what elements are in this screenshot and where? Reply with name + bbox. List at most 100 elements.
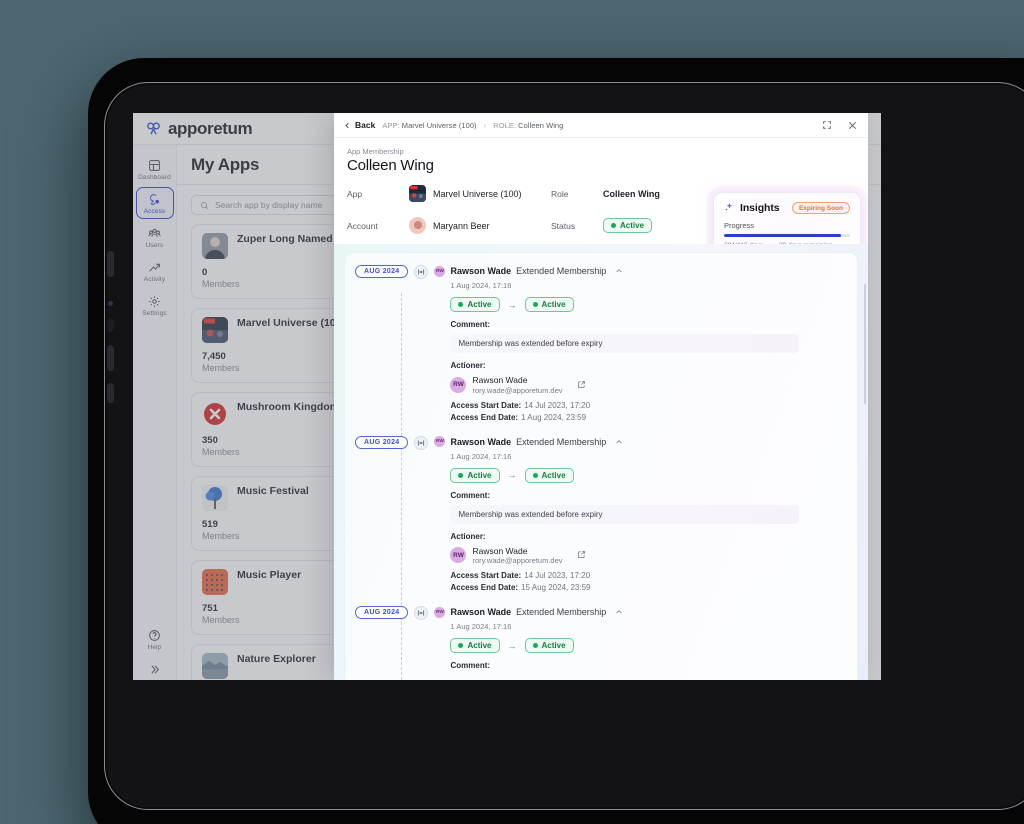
device-button-mid [107, 319, 114, 332]
device-button-volume-up [107, 345, 114, 371]
actioner-name: Rawson Wade [472, 545, 528, 556]
actioner-label: Actioner: [450, 361, 486, 370]
meta-label-role: Role [551, 188, 569, 199]
breadcrumb-role-key: ROLE: [493, 120, 517, 130]
access-end-value: 15 Aug 2024, 23:59 [521, 583, 591, 592]
timeline-entry: AUG 2024 RW Rawson Wade Extended Members… [345, 605, 857, 670]
comment-label: Comment: [450, 320, 491, 329]
meta-value-app: Marvel Universe (100) [409, 185, 551, 202]
expand-fullscreen-icon[interactable] [822, 120, 832, 130]
external-link-icon[interactable] [577, 548, 586, 562]
device-camera-dot [108, 301, 113, 306]
status-badge-from: Active [450, 297, 500, 312]
chevron-up-icon[interactable] [615, 435, 623, 449]
close-icon[interactable] [847, 120, 858, 131]
chevron-left-icon [345, 122, 349, 128]
access-dates: Access Start Date: 14 Jul 2023, 17:20 Acc… [450, 401, 847, 422]
timeline-month-pill: AUG 2024 [355, 265, 409, 278]
status-transition: Active → Active [450, 297, 847, 312]
device-button-volume-down [107, 383, 114, 403]
status-to-label: Active [541, 300, 566, 309]
meta-account-name: Maryann Beer [433, 220, 490, 231]
status-transition: Active → Active [450, 638, 847, 653]
access-dates: Access Start Date: 14 Jul 2023, 17:20 Acc… [450, 571, 847, 592]
app-thumbnail-icon [409, 185, 426, 202]
device-button-top [107, 251, 114, 277]
breadcrumb-app-key: APP: [382, 120, 400, 130]
breadcrumb-app-value: Marvel Universe (100) [401, 120, 477, 130]
status-dot-icon [532, 643, 538, 648]
status-badge-label: Active [620, 221, 645, 230]
chevron-up-icon[interactable] [615, 605, 623, 619]
status-dot-icon [532, 472, 538, 478]
timeline-detail: Active → Active Comment: [450, 467, 847, 592]
comment-text: Membership was extended before expiry [450, 504, 800, 524]
status-dot-icon [458, 302, 464, 307]
insights-progress-label: Progress [724, 221, 755, 230]
breadcrumb-role-value: Colleen Wing [518, 120, 564, 130]
extend-arrows-icon [414, 265, 429, 279]
actioner-row: RW Rawson Wade rory.wade@apporetum.dev [450, 545, 847, 565]
progress-bar-fill [724, 234, 842, 237]
timeline-scroll-area[interactable]: AUG 2024 RW Rawson Wade Extended Members… [334, 244, 868, 680]
access-start-value: 14 Jul 2023, 17:20 [524, 571, 591, 580]
extend-arrows-icon [414, 606, 429, 620]
timeline-timestamp: 1 Aug 2024, 17:16 [450, 622, 512, 631]
timeline-card: AUG 2024 RW Rawson Wade Extended Members… [344, 252, 858, 680]
status-badge: Active [603, 218, 653, 233]
avatar [409, 217, 426, 234]
comment-text: Membership was extended before expiry [450, 334, 800, 353]
modal-subject-title: Colleen Wing [347, 157, 434, 174]
modal-header: Back APP: Marvel Universe (100) › ROLE: … [334, 113, 868, 138]
timeline-actor-name: Rawson Wade [450, 266, 512, 276]
timeline-actor-name: Rawson Wade [450, 607, 512, 617]
actioner-row: RW Rawson Wade rory.wade@apporetum.dev [450, 375, 847, 395]
actioner-label: Actioner: [450, 531, 486, 541]
timeline-scrollbar[interactable] [864, 284, 866, 676]
insights-header: Insights Expiring Soon [724, 201, 850, 215]
status-from-label: Active [467, 470, 492, 480]
timeline-action-text: Extended Membership [516, 266, 607, 276]
sparkle-icon [724, 201, 734, 215]
access-end-label: Access End Date: [450, 583, 519, 592]
actioner-avatar: RW [450, 376, 467, 393]
status-badge-from: Active [450, 638, 500, 653]
back-button[interactable]: Back [344, 120, 375, 130]
expiring-soon-badge: Expiring Soon [791, 202, 850, 214]
breadcrumb-role[interactable]: ROLE: Colleen Wing [493, 121, 563, 130]
progress-bar-track [724, 234, 850, 237]
status-from-label: Active [467, 300, 492, 309]
timeline-entry: AUG 2024 RW Rawson Wade Extended Members… [345, 435, 857, 592]
access-end-label: Access End Date: [450, 412, 519, 422]
status-from-label: Active [467, 641, 492, 650]
actor-avatar: RW [434, 436, 446, 447]
status-dot-icon [458, 472, 464, 478]
tablet-screen: apporetum Dashboard Access Users Activit… [133, 113, 881, 680]
actor-avatar: RW [434, 265, 446, 277]
status-to-label: Active [541, 641, 566, 650]
meta-value-account: Maryann Beer [409, 217, 551, 234]
modal-eyebrow: App Membership [347, 147, 404, 156]
timeline-detail: Active → Active Comment: [450, 297, 847, 422]
meta-label-app: App [347, 188, 363, 199]
actioner-name: Rawson Wade [472, 375, 528, 385]
breadcrumb-app[interactable]: APP: Marvel Universe (100) [382, 121, 476, 130]
timeline-actor-name: Rawson Wade [450, 436, 512, 447]
comment-label: Comment: [450, 661, 491, 670]
status-dot-icon [532, 302, 538, 307]
status-dot-icon [458, 643, 464, 648]
meta-app-name: Marvel Universe (100) [433, 188, 522, 199]
insights-title: Insights [740, 202, 780, 214]
external-link-icon[interactable] [577, 378, 586, 392]
arrow-right-icon: → [507, 470, 517, 480]
arrow-right-icon: → [507, 640, 517, 651]
access-start-label: Access Start Date: [450, 400, 522, 410]
breadcrumb-separator: › [483, 120, 487, 130]
timeline-detail: Active → Active Comment: [450, 638, 847, 670]
chevron-up-icon[interactable] [615, 264, 623, 278]
status-badge-to: Active [524, 467, 574, 483]
access-start-value: 14 Jul 2023, 17:20 [524, 400, 591, 410]
back-label: Back [355, 120, 376, 130]
timeline-action-text: Extended Membership [516, 607, 607, 617]
scrollbar-thumb[interactable] [864, 284, 866, 404]
